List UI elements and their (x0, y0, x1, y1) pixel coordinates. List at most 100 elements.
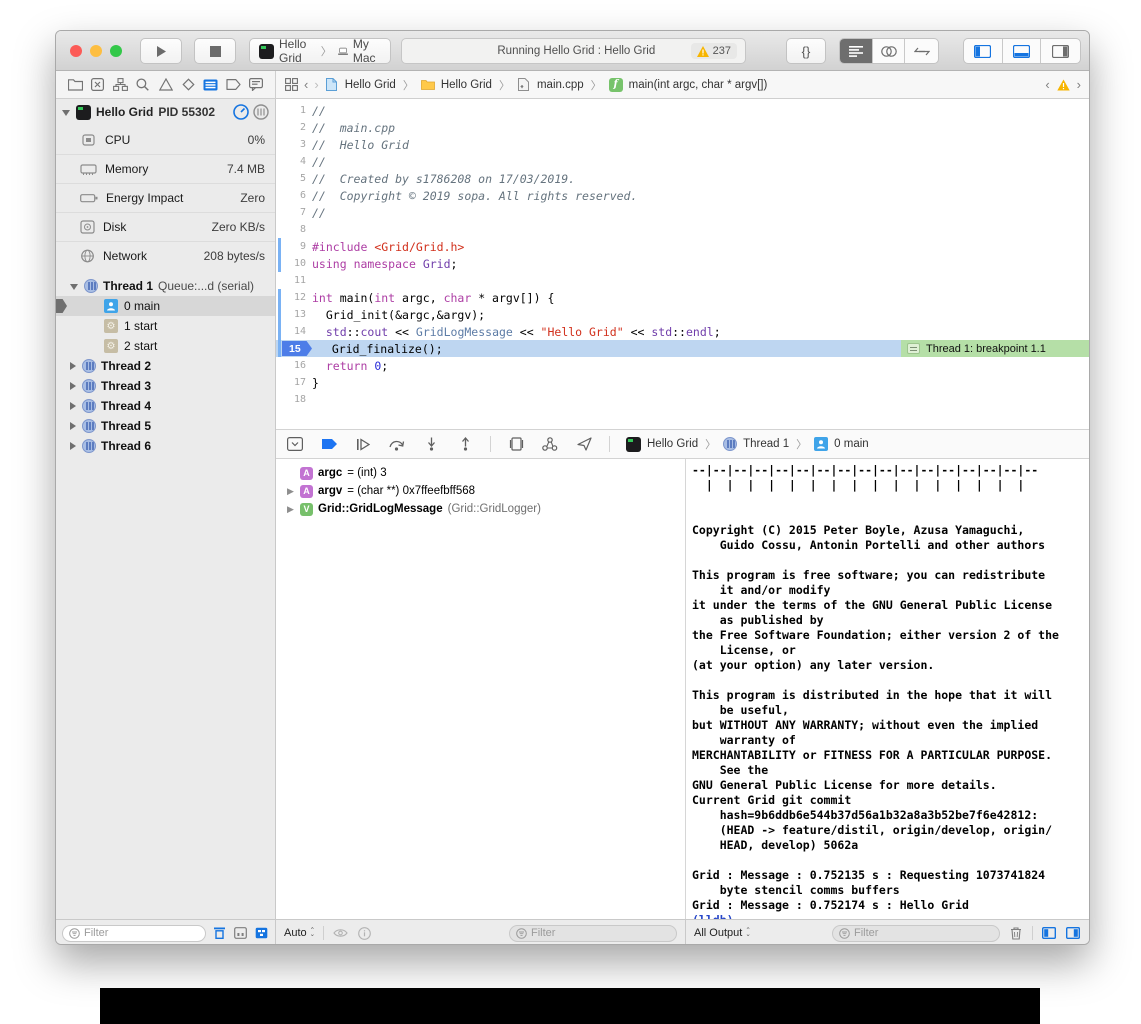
gauge-row[interactable]: Energy ImpactZero (56, 183, 275, 212)
line-number[interactable]: 10 (276, 258, 312, 269)
hide-debug-area-button[interactable] (286, 435, 304, 453)
line-number[interactable]: 17 (276, 377, 312, 388)
line-number[interactable]: 14 (276, 326, 312, 337)
issue-navigator-icon[interactable] (157, 76, 175, 94)
disclosure-triangle-icon[interactable] (70, 382, 76, 390)
info-button[interactable] (356, 925, 372, 941)
profile-in-instruments-icon[interactable] (233, 104, 249, 120)
stack-frame-row[interactable]: ⚙2 start (56, 336, 275, 356)
line-number[interactable]: 18 (276, 394, 312, 405)
line-number[interactable]: 5 (276, 173, 312, 184)
navigator-filter-field[interactable]: Filter (62, 925, 206, 942)
run-button[interactable] (140, 38, 182, 64)
jump-crumb-file[interactable]: main.cpp (537, 79, 584, 91)
quicklook-eye-button[interactable] (332, 925, 348, 941)
gauge-row[interactable]: CPU0% (56, 125, 275, 154)
console-output-dropdown[interactable]: All Output ⌃⌄ (694, 927, 751, 939)
breakpoints-toggle-button[interactable] (320, 435, 338, 453)
minimize-window-button[interactable] (90, 45, 102, 57)
scheme-selector[interactable]: Hello Grid 〉 My Mac (249, 38, 391, 64)
variables-scope-dropdown[interactable]: Auto ⌃⌄ (284, 927, 315, 939)
jump-crumb-project[interactable]: Hello Grid (345, 79, 396, 91)
toggle-debug-area-button[interactable] (1003, 39, 1042, 63)
console-output[interactable]: --|--|--|--|--|--|--|--|--|--|--|--|--|-… (686, 459, 1090, 919)
gauge-row[interactable]: Network208 bytes/s (56, 241, 275, 270)
toggle-navigator-panel-button[interactable] (964, 39, 1003, 63)
project-navigator-icon[interactable] (66, 76, 84, 94)
previous-issue-button[interactable]: ‹ (1045, 77, 1049, 92)
toggle-variables-view-button[interactable] (1041, 925, 1057, 941)
disclosure-caret-icon[interactable]: ▶ (286, 486, 295, 497)
variables-filter-field[interactable]: Filter (509, 925, 677, 942)
thread-row[interactable]: Thread 4 (56, 396, 275, 416)
thread-row[interactable]: Thread 5 (56, 416, 275, 436)
toggle-console-view-button[interactable] (1065, 925, 1081, 941)
disclosure-triangle-icon[interactable] (70, 284, 78, 290)
line-number[interactable]: 2 (276, 122, 312, 133)
test-navigator-icon[interactable] (179, 76, 197, 94)
version-editor-button[interactable] (905, 39, 938, 63)
forward-button[interactable]: › (314, 77, 318, 92)
back-button[interactable]: ‹ (304, 77, 308, 92)
debug-crumb-process[interactable]: Hello Grid (647, 438, 698, 450)
debug-navigator-icon[interactable] (202, 76, 220, 94)
line-number[interactable]: 3 (276, 139, 312, 150)
line-number[interactable]: 11 (276, 275, 312, 286)
thread-row[interactable]: Thread 2 (56, 356, 275, 376)
debug-memory-graph-button[interactable] (541, 435, 559, 453)
variable-row[interactable]: Aargc = (int) 3 (276, 464, 685, 482)
thread-row[interactable]: Thread 6 (56, 436, 275, 456)
zoom-window-button[interactable] (110, 45, 122, 57)
stack-frame-row[interactable]: 0 main (56, 296, 275, 316)
thread-row[interactable]: Thread 3 (56, 376, 275, 396)
disclosure-triangle-icon[interactable] (62, 110, 70, 116)
disclosure-caret-icon[interactable]: ▶ (286, 504, 295, 515)
view-mode-button[interactable] (253, 925, 269, 941)
line-number[interactable]: 4 (276, 156, 312, 167)
toggle-inspector-panel-button[interactable] (1041, 39, 1080, 63)
variable-row[interactable]: ▶Aargv = (char **) 0x7ffeefbff568 (276, 482, 685, 500)
variable-row[interactable]: ▶VGrid::GridLogMessage (Grid::GridLogger… (276, 500, 685, 518)
search-navigator-icon[interactable] (134, 76, 152, 94)
disclosure-triangle-icon[interactable] (70, 362, 76, 370)
line-number[interactable]: 13 (276, 309, 312, 320)
next-issue-button[interactable]: › (1077, 77, 1081, 92)
line-number[interactable]: 1 (276, 105, 312, 116)
assistant-editor-button[interactable] (873, 39, 906, 63)
debug-crumb-frame[interactable]: 0 main (834, 438, 869, 450)
current-line-flag[interactable]: 15 (282, 341, 312, 356)
step-into-button[interactable] (422, 435, 440, 453)
clear-console-button[interactable] (1008, 925, 1024, 941)
gauge-row[interactable]: DiskZero KB/s (56, 212, 275, 241)
standard-editor-button[interactable] (840, 39, 873, 63)
debug-view-hierarchy-button[interactable] (507, 435, 525, 453)
process-row[interactable]: Hello Grid PID 55302 (56, 99, 275, 125)
line-number[interactable]: 12 (276, 292, 312, 303)
symbol-navigator-icon[interactable] (89, 76, 107, 94)
console-filter-field[interactable]: Filter (832, 925, 1000, 942)
disclosure-triangle-icon[interactable] (70, 442, 76, 450)
line-number[interactable]: 6 (276, 190, 312, 201)
line-number[interactable]: 8 (276, 224, 312, 235)
debug-crumb-thread[interactable]: Thread 1 (743, 438, 789, 450)
hierarchy-navigator-icon[interactable] (111, 76, 129, 94)
disclosure-triangle-icon[interactable] (70, 422, 76, 430)
line-number[interactable]: 9 (276, 241, 312, 252)
stack-frame-row[interactable]: ⚙1 start (56, 316, 275, 336)
variables-view[interactable]: Aargc = (int) 3▶Aargv = (char **) 0x7ffe… (276, 459, 685, 919)
step-over-button[interactable] (388, 435, 406, 453)
line-number[interactable]: 16 (276, 360, 312, 371)
jump-crumb-symbol[interactable]: main(int argc, char * argv[]) (629, 79, 768, 91)
gauge-row[interactable]: Memory7.4 MB (56, 154, 275, 183)
stop-button[interactable] (194, 38, 236, 64)
activity-status-bar[interactable]: Running Hello Grid : Hello Grid 237 (401, 38, 746, 64)
warning-count-badge[interactable]: 237 (691, 43, 737, 59)
show-crashed-threads-button[interactable] (232, 925, 248, 941)
thread-row[interactable]: Thread 1Queue:...d (serial) (56, 276, 275, 296)
breakpoint-annotation[interactable]: Thread 1: breakpoint 1.1 (901, 340, 1090, 357)
library-button[interactable]: {} (786, 38, 826, 64)
disclosure-triangle-icon[interactable] (70, 402, 76, 410)
memory-graph-icon[interactable] (253, 104, 269, 120)
close-window-button[interactable] (70, 45, 82, 57)
step-out-button[interactable] (456, 435, 474, 453)
